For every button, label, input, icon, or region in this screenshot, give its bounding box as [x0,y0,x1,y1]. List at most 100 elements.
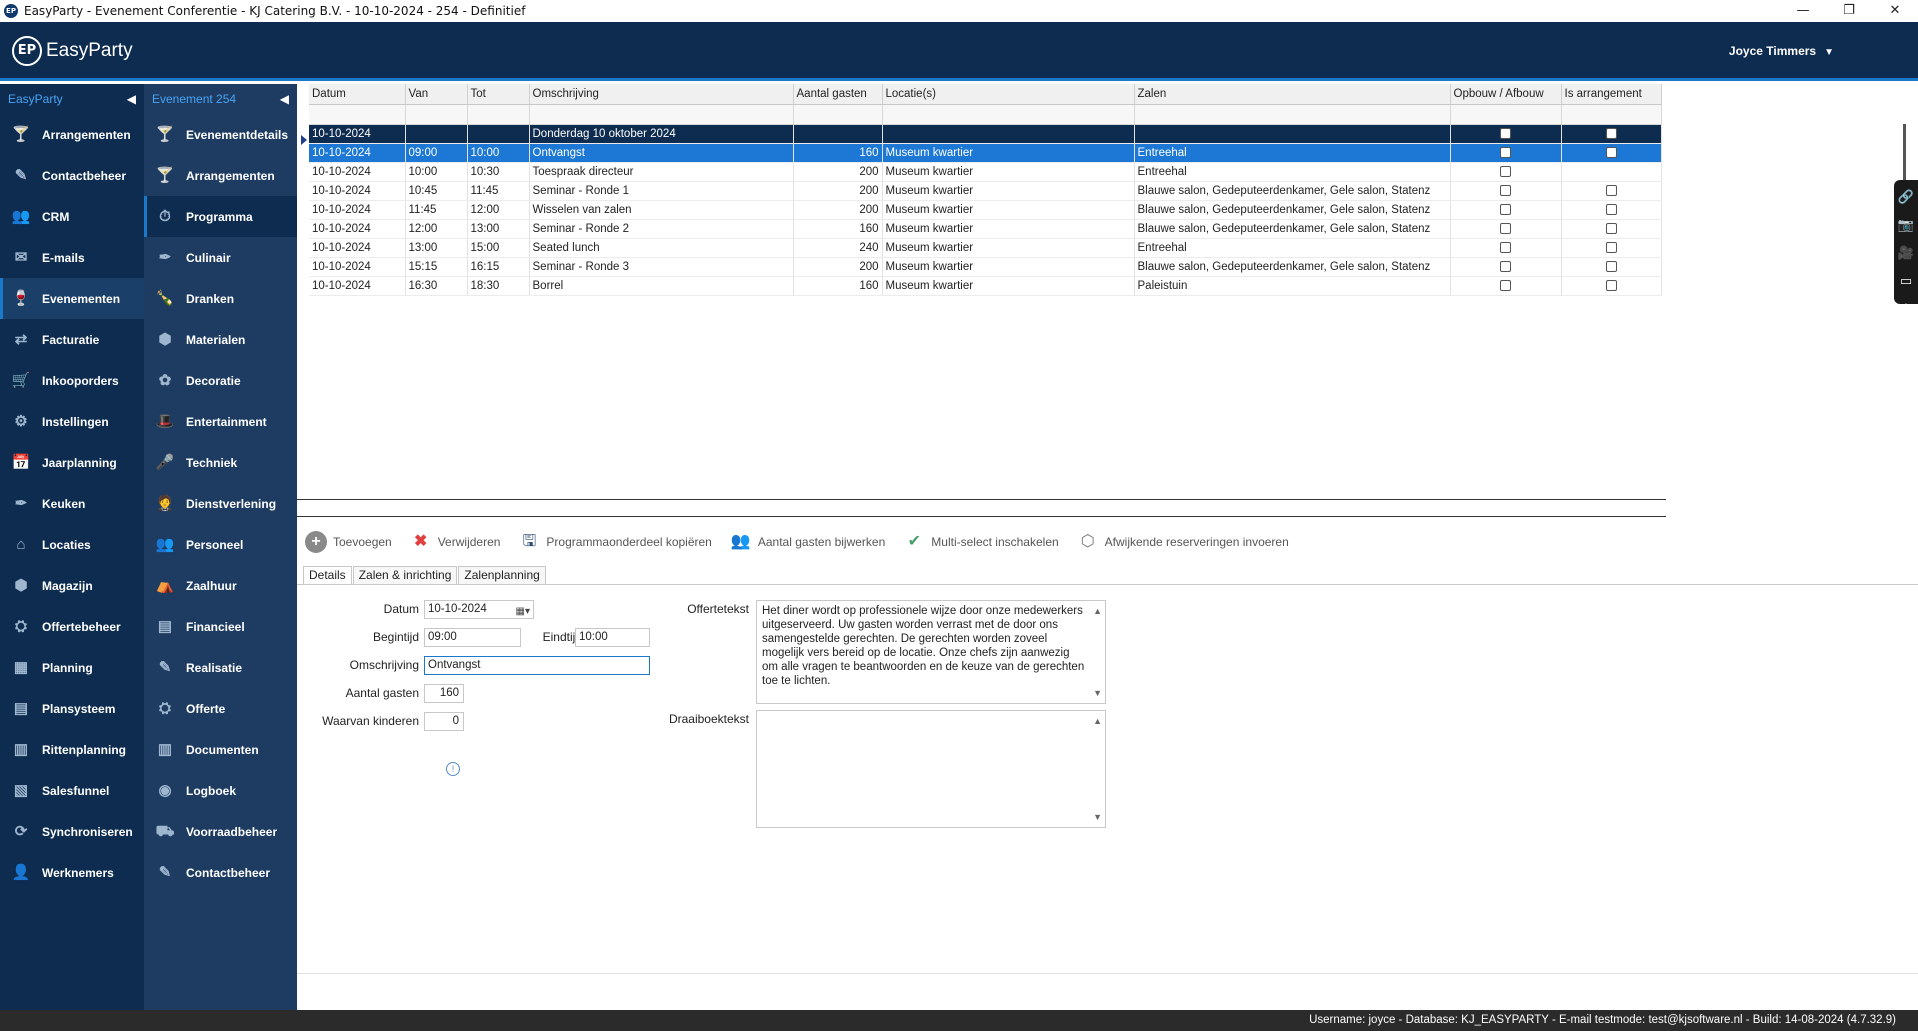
is-arrangement-checkbox[interactable] [1605,184,1617,196]
table-row[interactable]: 10-10-2024 10:00 10:30 Toespraak directeur 2… [309,162,1662,182]
collapse-arrow-icon[interactable]: ◀ [127,84,136,114]
sidebar-item-crm[interactable]: 👥 CRM [0,196,144,237]
event-nav-item-realisatie[interactable]: ✎ Realisatie [144,647,297,688]
event-nav-item-evenementdetails[interactable]: 🍸 Evenementdetails [144,114,297,155]
delete-button[interactable]: ✖ Verwijderen [410,531,500,553]
eindtijd-field[interactable]: 10:00 [575,628,650,647]
table-row[interactable]: 10-10-2024 13:00 15:00 Seated lunch 240 Museu… [309,238,1662,258]
column-header-tot[interactable]: Tot [467,84,530,105]
gear-icon[interactable]: ⚙ [1900,296,1912,324]
event-nav-item-culinair[interactable]: ✒ Culinair [144,237,297,278]
scroll-up-icon[interactable]: ▲ [1093,714,1102,728]
sidebar-item-offertebeheer[interactable]: ⛭ Offertebeheer [0,606,144,647]
offertetekst-field[interactable]: Het diner wordt op professionele wijze d… [756,600,1106,704]
info-icon[interactable]: ! [446,762,460,776]
sidebar-item-inkooporders[interactable]: 🛒 Inkooporders [0,360,144,401]
column-header-zalen[interactable]: Zalen [1134,84,1451,105]
filter-cell[interactable] [793,104,883,125]
is-arrangement-checkbox[interactable] [1605,203,1617,215]
table-row[interactable]: 10-10-2024 11:45 12:00 Wisselen van zalen 20… [309,200,1662,220]
event-nav-item-materialen[interactable]: ⬢ Materialen [144,319,297,360]
filter-cell[interactable] [1561,104,1662,125]
window-icon[interactable]: ▭ [1900,268,1912,296]
table-row[interactable]: 10-10-2024 09:00 10:00 Ontvangst 160 Museum k… [309,143,1662,163]
sidebar-item-keuken[interactable]: ✒ Keuken [0,483,144,524]
event-nav-item-entertainment[interactable]: 🎩 Entertainment [144,401,297,442]
draaiboektekst-field[interactable]: ▲ ▼ [756,710,1106,828]
omschrijving-field[interactable]: Ontvangst [424,656,650,675]
column-header-opbouw-afbouw[interactable]: Opbouw / Afbouw [1450,84,1562,105]
sidebar-item-instellingen[interactable]: ⚙ Instellingen [0,401,144,442]
column-header-is-arrangement[interactable]: Is arrangement [1561,84,1662,105]
scroll-down-icon[interactable]: ▼ [1093,810,1102,824]
event-nav-item-decoratie[interactable]: ✿ Decoratie [144,360,297,401]
close-button[interactable]: ✕ [1872,0,1918,22]
grid-filter-row[interactable] [309,104,1662,125]
group-opbouw-checkbox[interactable] [1500,127,1511,139]
sidebar-item-contactbeheer[interactable]: ✎ Contactbeheer [0,155,144,196]
event-nav-item-personeel[interactable]: 👥 Personeel [144,524,297,565]
grid-horizontal-scrollbar[interactable] [297,499,1666,517]
event-nav-item-contactbeheer[interactable]: ✎ Contactbeheer [144,852,297,893]
filter-cell[interactable] [1450,104,1562,125]
sidebar-item-planning[interactable]: ▦ Planning [0,647,144,688]
column-header-van[interactable]: Van [405,84,468,105]
is-arrangement-checkbox[interactable] [1605,241,1617,253]
tab-zalen-inrichting[interactable]: Zalen & inrichting [352,566,458,584]
opbouw-afbouw-checkbox[interactable] [1500,260,1511,272]
is-arrangement-checkbox[interactable] [1605,222,1617,234]
filter-cell[interactable] [467,104,530,125]
update-guests-button[interactable]: 👥 Aantal gasten bijwerken [730,531,885,553]
multi-select-button[interactable]: ✔ Multi-select inschakelen [903,531,1059,553]
waarvan-kinderen-field[interactable]: 0 [424,712,464,731]
table-row[interactable]: 10-10-2024 16:30 18:30 Borrel 160 Museum kwar… [309,276,1662,296]
copy-program-item-button[interactable]: 🖫 Programmaonderdeel kopiëren [518,531,712,553]
calendar-icon[interactable]: ▦▾ [516,603,530,620]
sidebar-item-rittenplanning[interactable]: ▥ Rittenplanning [0,729,144,770]
begintijd-field[interactable]: 09:00 [424,628,521,647]
column-header-aantal-gasten[interactable]: Aantal gasten [793,84,883,105]
column-header-datum[interactable]: Datum [309,84,406,105]
datum-field[interactable]: 10-10-2024 ▦▾ [424,600,534,619]
event-nav-item-zaalhuur[interactable]: ⛺ Zaalhuur [144,565,297,606]
table-row[interactable]: 10-10-2024 10:45 11:45 Seminar - Ronde 1 200… [309,181,1662,201]
link-icon[interactable]: 🔗 [1898,184,1914,212]
filter-cell[interactable] [529,104,794,125]
filter-cell[interactable] [309,104,406,125]
sidebar-item-magazijn[interactable]: ⬢ Magazijn [0,565,144,606]
filter-cell[interactable] [882,104,1135,125]
event-nav-item-techniek[interactable]: 🎤 Techniek [144,442,297,483]
tab-zalenplanning[interactable]: Zalenplanning [458,566,546,584]
minimize-button[interactable]: — [1780,0,1826,22]
sidebar-item-facturatie[interactable]: ⇄ Facturatie [0,319,144,360]
group-row[interactable]: 10-10-2024 Donderdag 10 oktober 2024 [309,124,1662,144]
camera-icon[interactable]: 📷 [1898,212,1914,240]
opbouw-afbouw-checkbox[interactable] [1500,184,1511,196]
filter-cell[interactable] [405,104,468,125]
opbouw-afbouw-checkbox[interactable] [1500,222,1511,234]
opbouw-afbouw-checkbox[interactable] [1500,203,1511,215]
column-header-locatie-s[interactable]: Locatie(s) [882,84,1135,105]
user-menu[interactable]: Joyce Timmers ▼ [1729,44,1834,58]
event-nav-item-logboek[interactable]: ◉ Logboek [144,770,297,811]
sidebar-item-salesfunnel[interactable]: ▧ Salesfunnel [0,770,144,811]
column-header-omschrijving[interactable]: Omschrijving [529,84,794,105]
opbouw-afbouw-checkbox[interactable] [1500,279,1511,291]
add-button[interactable]: + Toevoegen [305,531,392,553]
sidebar-item-e-mails[interactable]: ✉ E-mails [0,237,144,278]
video-icon[interactable]: 🎥 [1898,240,1914,268]
sidebar-item-plansysteem[interactable]: ▤ Plansysteem [0,688,144,729]
filter-cell[interactable] [1134,104,1451,125]
sidebar-item-jaarplanning[interactable]: 📅 Jaarplanning [0,442,144,483]
opbouw-afbouw-checkbox[interactable] [1500,241,1511,253]
deviating-reservations-button[interactable]: ⬡ Afwijkende reserveringen invoeren [1077,531,1289,553]
event-nav-item-dienstverlening[interactable]: 🤵 Dienstverlening [144,483,297,524]
event-nav-item-arrangementen[interactable]: 🍸 Arrangementen [144,155,297,196]
event-nav-item-programma[interactable]: ⏱ Programma [144,196,297,237]
sidebar-item-evenementen[interactable]: 🍷 Evenementen [0,278,144,319]
table-row[interactable]: 10-10-2024 15:15 16:15 Seminar - Ronde 3 200… [309,257,1662,277]
event-nav-item-documenten[interactable]: ▥ Documenten [144,729,297,770]
maximize-button[interactable]: ❐ [1826,0,1872,22]
group-arrangement-checkbox[interactable] [1605,127,1617,139]
scroll-up-icon[interactable]: ▲ [1093,604,1102,618]
